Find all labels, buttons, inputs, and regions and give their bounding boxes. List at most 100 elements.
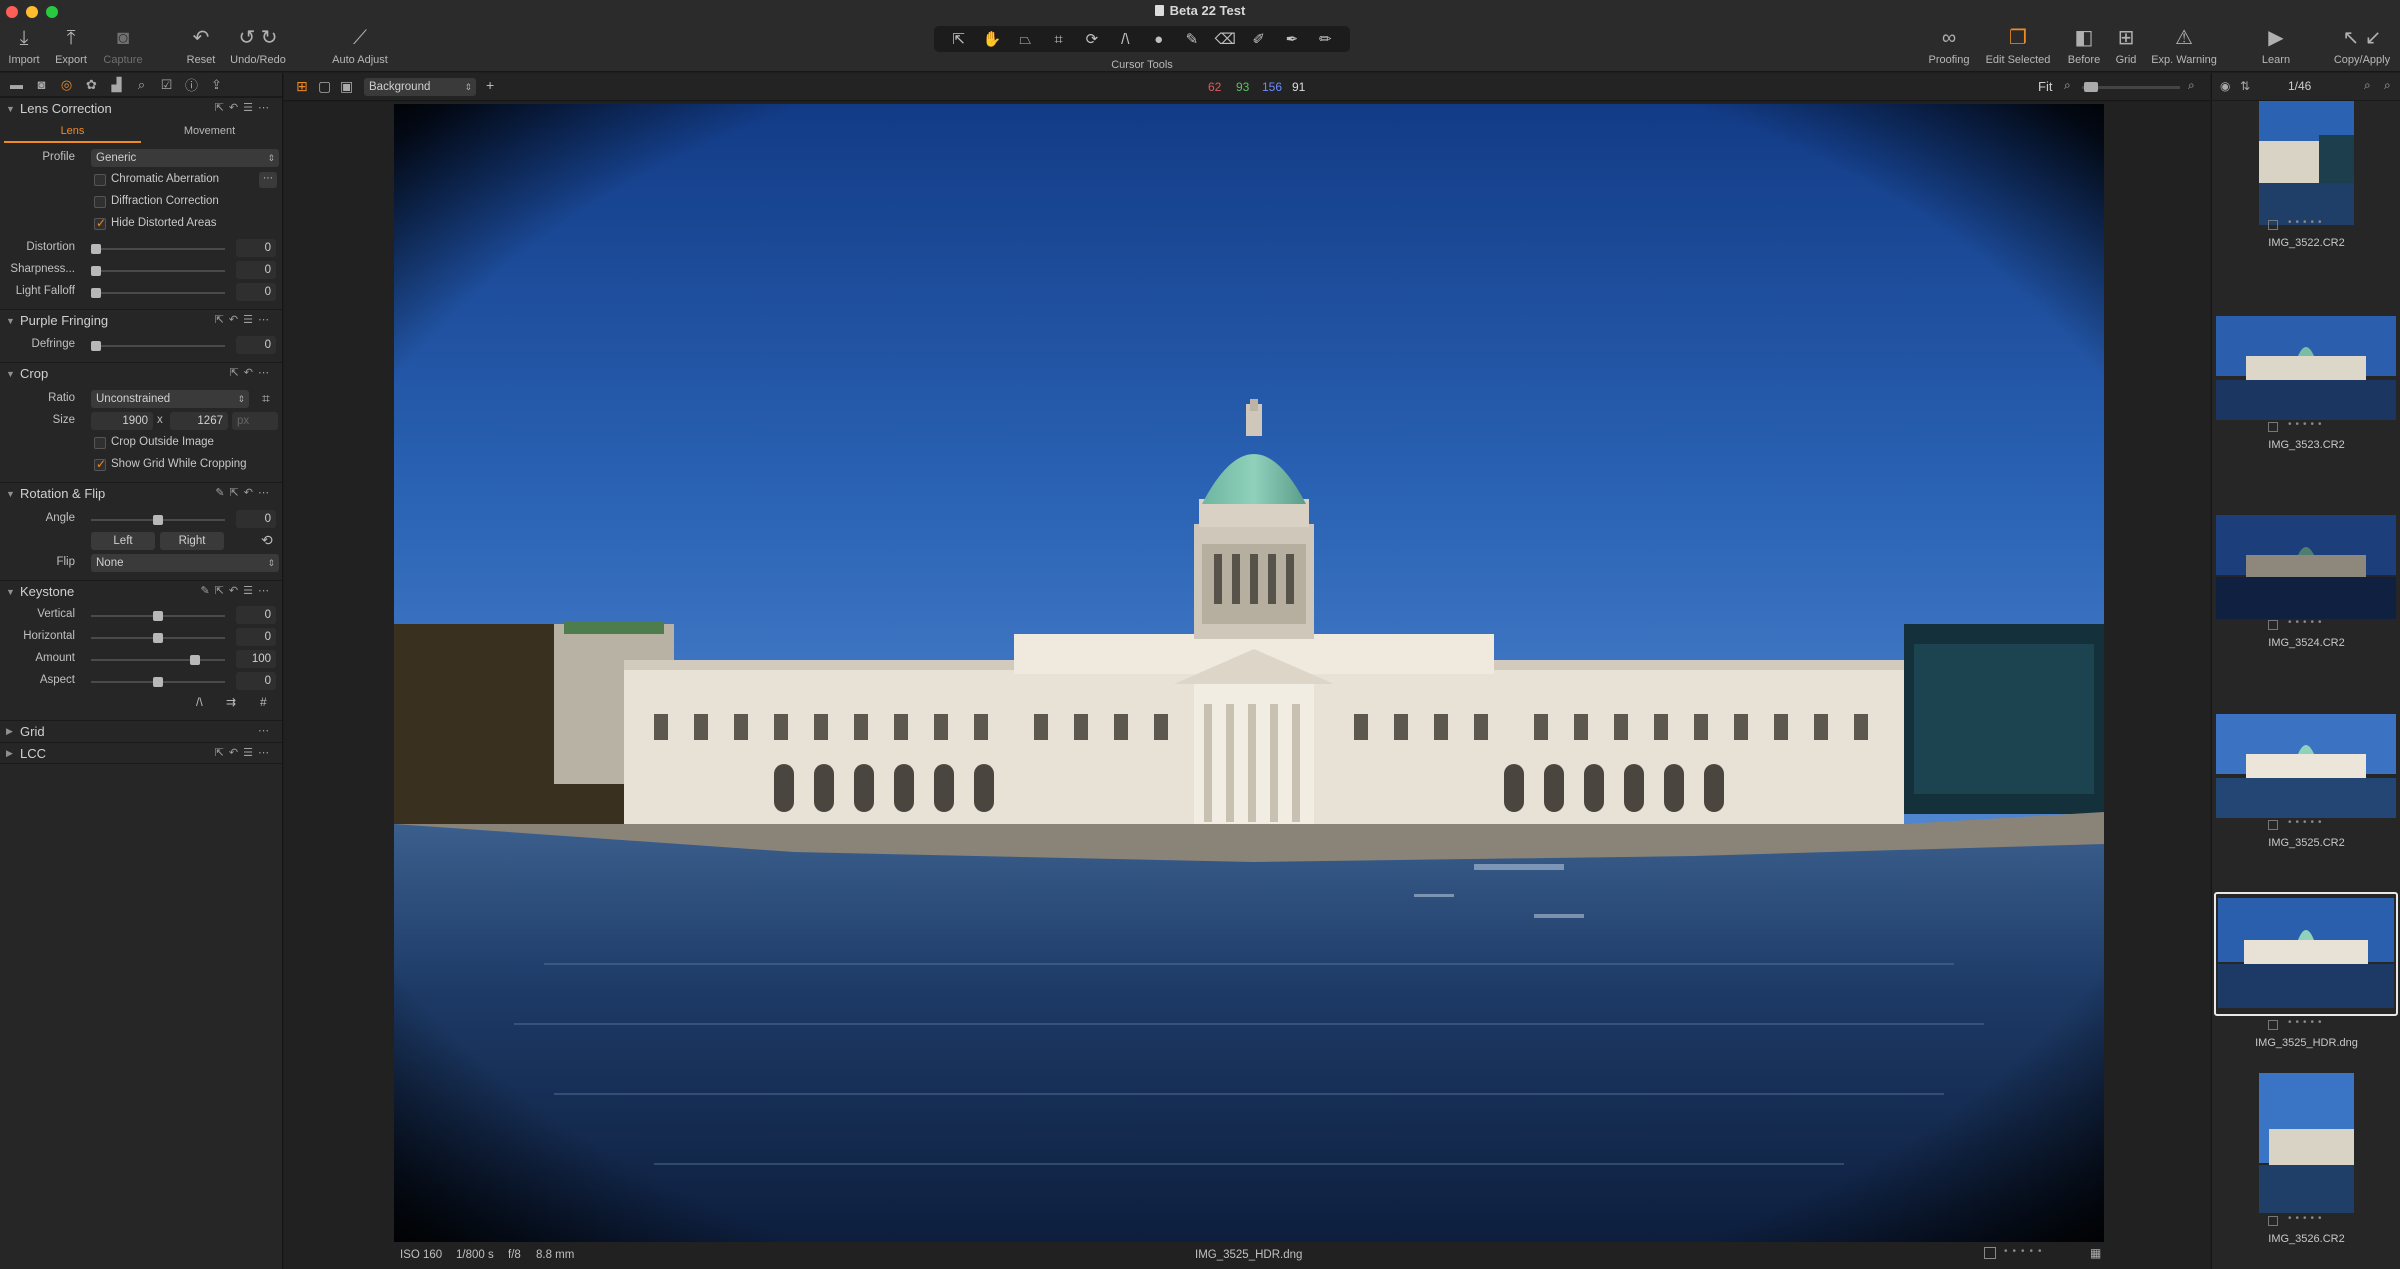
proofing-button[interactable]: ∞ Proofing (1926, 26, 1972, 66)
thumbnail-stars[interactable]: ••••• (2288, 217, 2326, 228)
thumbnail-image[interactable] (2216, 515, 2396, 619)
section-actions-icon[interactable]: ✎⇱↶⋯ (215, 486, 274, 499)
thumbnail-stars[interactable]: ••••• (2288, 419, 2326, 430)
keystone-horizontal-icon[interactable]: ⇉ (226, 695, 236, 709)
flip-select[interactable]: None ⇕ (91, 554, 279, 572)
main-photo[interactable] (394, 104, 2104, 1244)
details-tab-icon[interactable]: ⌕ (133, 77, 150, 93)
distortion-slider-handle[interactable] (91, 244, 101, 254)
sort-icon[interactable]: ⇅ (2240, 79, 2250, 93)
zoom-slider-handle[interactable] (2084, 82, 2098, 92)
unit-select[interactable]: px (232, 412, 278, 430)
exposure-tab-icon[interactable]: ▟ (108, 77, 125, 93)
more-options-icon[interactable]: ⋯ (259, 172, 277, 188)
eye-icon[interactable]: ◉ (2220, 79, 2230, 93)
ratio-select[interactable]: Unconstrained ⇕ (91, 390, 249, 408)
angle-value[interactable]: 0 (236, 510, 276, 528)
picker-tool-icon[interactable]: ✒ (1277, 30, 1307, 48)
tab-lens[interactable]: Lens (4, 121, 141, 143)
profile-select[interactable]: Generic ⇕ (91, 149, 279, 167)
grid-button[interactable]: ⊞ Grid (2110, 26, 2142, 66)
section-actions-icon[interactable]: ⇱↶☰⋯ (215, 101, 274, 114)
add-layer-icon[interactable]: + (486, 77, 494, 93)
export-button[interactable]: ⤒ Export (50, 26, 92, 66)
thumbnail-stars[interactable]: ••••• (2288, 1017, 2326, 1028)
aspect-value[interactable]: 0 (236, 672, 276, 690)
tab-movement[interactable]: Movement (141, 121, 278, 143)
keystone-tool-icon[interactable]: ⏢ (1010, 31, 1040, 48)
crop-icon[interactable]: ⌗ (262, 390, 270, 407)
output-tab-icon[interactable]: ⇪ (208, 77, 225, 93)
thumbnail-checkbox[interactable] (2268, 422, 2278, 432)
import-button[interactable]: ⤓ Import (4, 26, 44, 66)
crop-width-input[interactable]: 1900 (91, 412, 153, 430)
exp-warning-button[interactable]: ⚠ Exp. Warning (2148, 26, 2220, 66)
rotation-flip-header[interactable]: ▼ Rotation & Flip ✎⇱↶⋯ (0, 482, 282, 504)
section-actions-icon[interactable]: ⋯ (258, 724, 274, 737)
aspect-slider-handle[interactable] (153, 677, 163, 687)
vertical-slider-handle[interactable] (153, 611, 163, 621)
brush-tool-icon[interactable]: ✎ (1177, 30, 1207, 48)
purple-fringing-header[interactable]: ▼ Purple Fringing ⇱↶☰⋯ (0, 309, 282, 331)
horizontal-value[interactable]: 0 (236, 628, 276, 646)
edit-selected-button[interactable]: ❐ Edit Selected (1982, 26, 2054, 66)
amount-value[interactable]: 100 (236, 650, 276, 668)
lens-tab-icon[interactable]: ◎ (58, 77, 75, 93)
rotate-icon[interactable]: ⟲ (261, 532, 273, 549)
crop-outside-checkbox[interactable] (94, 437, 106, 449)
horizontal-slider-handle[interactable] (153, 633, 163, 643)
copy-apply-button[interactable]: ↖ ↙ Copy/Apply (2330, 26, 2394, 66)
thumbnail-stars[interactable]: ••••• (2288, 617, 2326, 628)
learn-button[interactable]: ▶ Learn (2256, 26, 2296, 66)
lcc-header[interactable]: ▶ LCC ⇱↶☰⋯ (0, 742, 282, 764)
distortion-value[interactable]: 0 (236, 239, 276, 257)
adjustments-tab-icon[interactable]: ☑ (158, 77, 175, 93)
section-actions-icon[interactable]: ⇱↶☰⋯ (215, 746, 274, 759)
amount-slider[interactable] (91, 659, 225, 661)
defringe-slider-handle[interactable] (91, 341, 101, 351)
diffraction-checkbox[interactable] (94, 196, 106, 208)
thumbnail-checkbox[interactable] (2268, 1020, 2278, 1030)
sharpness-value[interactable]: 0 (236, 261, 276, 279)
capture-button[interactable]: ◙ Capture (98, 26, 148, 66)
reset-button[interactable]: ↶ Reset (182, 26, 220, 66)
color-tab-icon[interactable]: ✿ (83, 77, 100, 93)
rotate-left-button[interactable]: Left (91, 532, 155, 550)
undo-redo-button[interactable]: ↺ ↻ Undo/Redo (228, 26, 288, 66)
keystone-header[interactable]: ▼ Keystone ✎⇱↶☰⋯ (0, 580, 282, 602)
capture-tab-icon[interactable]: ◙ (33, 77, 50, 92)
lens-correction-header[interactable]: ▼ Lens Correction ⇱↶☰⋯ (0, 97, 282, 119)
rotate-right-button[interactable]: Right (160, 532, 224, 550)
footer-rating-stars[interactable]: ••••• (2004, 1246, 2047, 1257)
rotate-tool-icon[interactable]: ⟳ (1077, 30, 1107, 48)
footer-checkbox[interactable] (1984, 1247, 1996, 1259)
zoom-in-icon[interactable]: ⌕ (2188, 78, 2195, 93)
metadata-tab-icon[interactable]: ⓘ (183, 75, 200, 94)
thumbnail-checkbox[interactable] (2268, 620, 2278, 630)
light-falloff-value[interactable]: 0 (236, 283, 276, 301)
amount-slider-handle[interactable] (190, 655, 200, 665)
keystone-both-icon[interactable]: # (260, 695, 267, 709)
crop-header[interactable]: ▼ Crop ⇱↶⋯ (0, 362, 282, 384)
hide-distorted-checkbox[interactable] (94, 216, 106, 230)
thumbnail-image[interactable] (2216, 316, 2396, 420)
straighten-tool-icon[interactable]: /\ (1110, 31, 1140, 48)
auto-adjust-button[interactable]: ⟋ Auto Adjust (326, 26, 394, 66)
zoom-fit-label[interactable]: Fit (2038, 79, 2052, 94)
layer-select[interactable]: Background ⇕ (364, 78, 476, 96)
filter-icon[interactable]: ⌕ (2384, 78, 2391, 93)
chromatic-aberration-checkbox[interactable] (94, 174, 106, 186)
angle-slider-handle[interactable] (153, 515, 163, 525)
hand-tool-icon[interactable]: ✋ (977, 30, 1007, 48)
thumbnail-stars[interactable]: ••••• (2288, 817, 2326, 828)
search-icon[interactable]: ⌕ (2364, 78, 2371, 93)
light-falloff-slider[interactable] (91, 292, 225, 294)
section-actions-icon[interactable]: ⇱↶☰⋯ (215, 313, 274, 326)
select-tool-icon[interactable]: ⇱ (944, 30, 974, 48)
footer-color-tag-icon[interactable]: ▦ (2090, 1246, 2101, 1260)
show-grid-checkbox[interactable] (94, 457, 106, 471)
crop-tool-icon[interactable]: ⌗ (1044, 31, 1074, 48)
thumbnail-stars[interactable]: ••••• (2288, 1213, 2326, 1224)
sharpness-slider-handle[interactable] (91, 266, 101, 276)
eraser-tool-icon[interactable]: ⌫ (1210, 30, 1240, 48)
